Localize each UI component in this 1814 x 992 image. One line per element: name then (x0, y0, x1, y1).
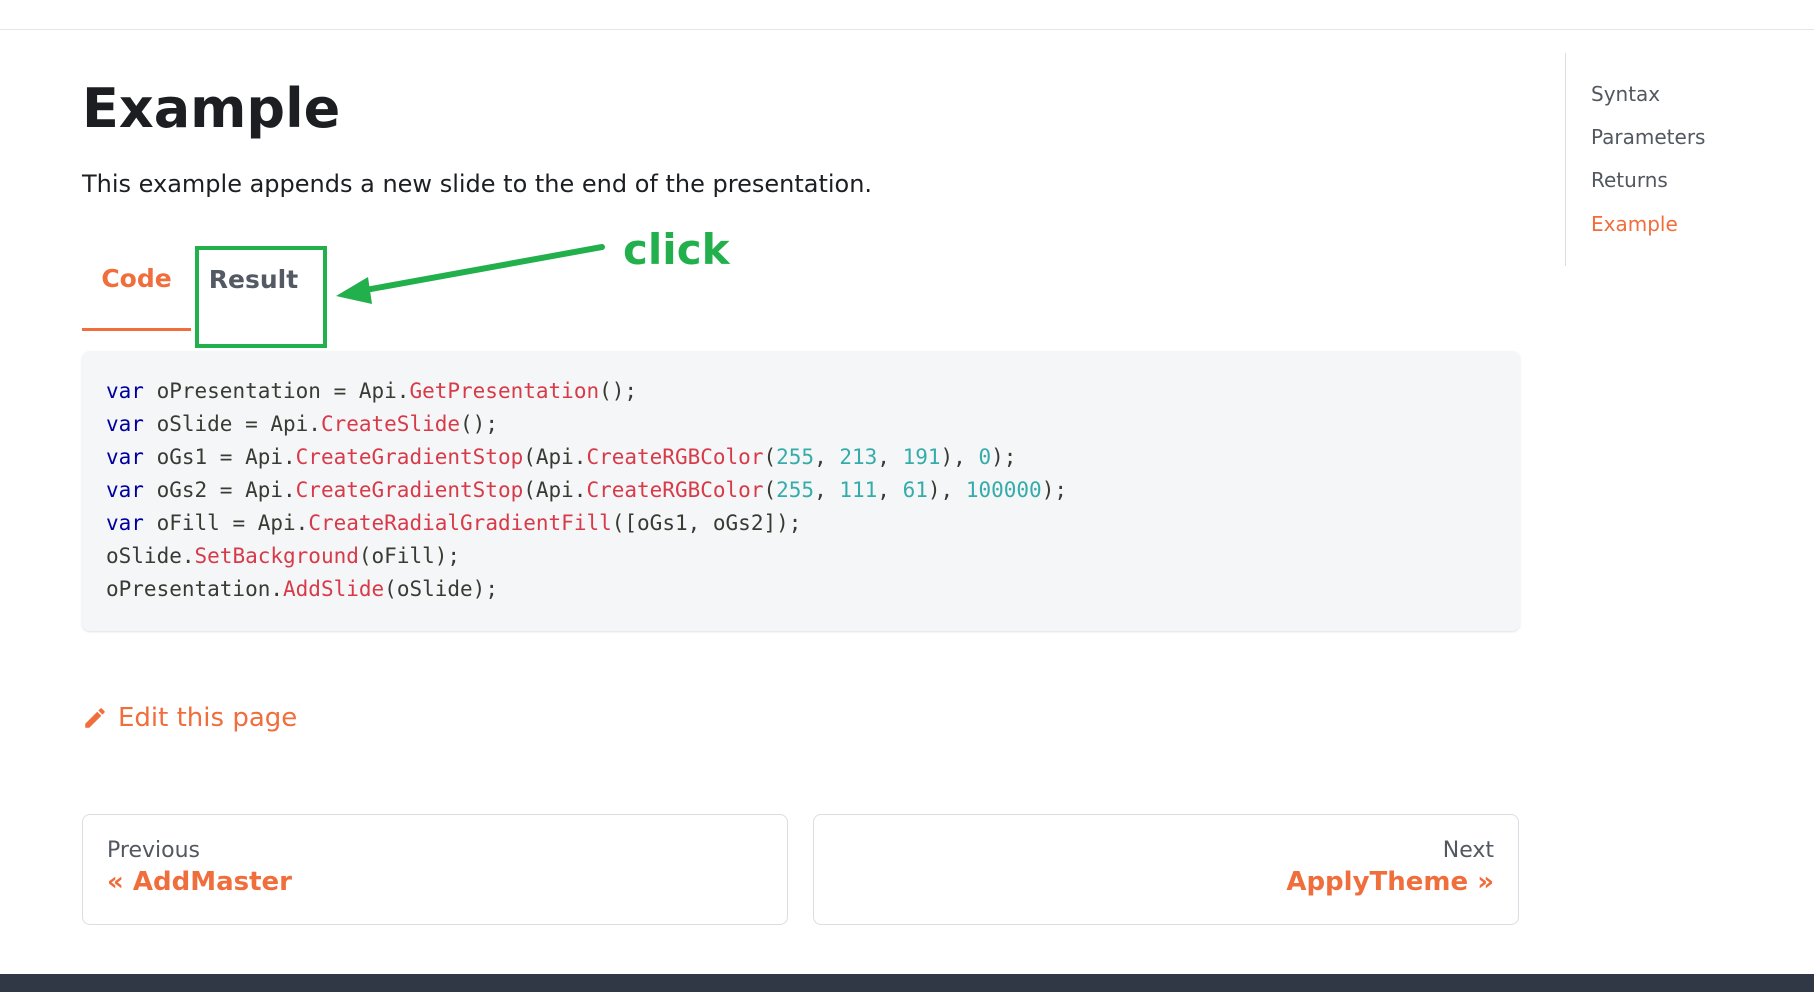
pagination-next[interactable]: Next ApplyTheme » (813, 814, 1519, 925)
code-token: CreateRadialGradientFill (308, 511, 612, 535)
code-token: GetPresentation (409, 379, 600, 403)
tab-code[interactable]: Code (82, 229, 191, 331)
code-token: (oFill); (358, 544, 461, 568)
code-token: , (877, 445, 903, 469)
code-token: ), (940, 445, 979, 469)
code-line: var oGs1 = Api.CreateGradientStop(Api.Cr… (106, 441, 1496, 474)
top-navbar (0, 0, 1814, 30)
code-token: (oSlide); (384, 577, 498, 601)
annotation-click-label: click (623, 225, 730, 274)
code-token: , (877, 478, 903, 502)
code-token: (); (599, 379, 638, 403)
code-token: SetBackground (194, 544, 359, 568)
code-token: ( (763, 445, 777, 469)
pagination-next-sublabel: Next (1442, 838, 1494, 863)
pagination-next-label: ApplyTheme » (1286, 866, 1494, 897)
code-token: oFill = Api. (143, 511, 309, 535)
code-token: 191 (902, 445, 941, 469)
code-token: oPresentation = Api. (143, 379, 410, 403)
code-token: oSlide. (106, 544, 195, 568)
pencil-icon (85, 708, 105, 728)
toc-item-parameters[interactable]: Parameters (1591, 125, 1705, 149)
page-footer (0, 974, 1814, 992)
pagination-prev-label: « AddMaster (107, 866, 292, 897)
toc-item-example[interactable]: Example (1591, 212, 1678, 236)
tab-code-label: Code (101, 264, 172, 293)
code-token: CreateGradientStop (295, 478, 524, 502)
code-line: var oFill = Api.CreateRadialGradientFill… (106, 507, 1496, 540)
result-tab-highlight-box (195, 246, 327, 348)
code-token: 100000 (965, 478, 1042, 502)
code-token: var (106, 379, 144, 403)
code-token: (); (460, 412, 498, 436)
code-token: var (106, 412, 144, 436)
code-token: oGs1 = Api. (143, 445, 296, 469)
code-token: ([oGs1, oGs2]); (611, 511, 802, 535)
annotation-arrow-icon (336, 244, 605, 304)
code-token: ( (763, 478, 777, 502)
edit-this-page-link[interactable]: Edit this page (82, 703, 297, 733)
page-title: Example (82, 77, 341, 140)
code-token: ); (1041, 478, 1067, 502)
code-token: 61 (902, 478, 928, 502)
code-token: oSlide = Api. (143, 412, 321, 436)
code-token: var (106, 511, 144, 535)
code-token: 255 (776, 445, 815, 469)
code-token: , (814, 478, 840, 502)
code-line: var oPresentation = Api.GetPresentation(… (106, 375, 1496, 408)
code-token: (Api. (523, 478, 587, 502)
code-token: (Api. (523, 445, 587, 469)
code-token: 0 (978, 445, 992, 469)
code-token: 255 (776, 478, 815, 502)
pagination-prev-sublabel: Previous (107, 838, 200, 863)
code-line: oSlide.SetBackground(oFill); (106, 540, 1496, 573)
code-token: var (106, 445, 144, 469)
code-token: CreateGradientStop (295, 445, 524, 469)
code-token: CreateRGBColor (586, 478, 764, 502)
code-token: oPresentation. (106, 577, 284, 601)
toc-item-syntax[interactable]: Syntax (1591, 82, 1660, 106)
code-line: oPresentation.AddSlide(oSlide); (106, 573, 1496, 606)
code-token: , (814, 445, 840, 469)
code-line: var oSlide = Api.CreateSlide(); (106, 408, 1496, 441)
code-token: ), (927, 478, 966, 502)
code-line: var oGs2 = Api.CreateGradientStop(Api.Cr… (106, 474, 1496, 507)
code-token: 111 (839, 478, 878, 502)
page-description: This example appends a new slide to the … (82, 170, 873, 198)
table-of-contents: Syntax Parameters Returns Example (1565, 53, 1796, 266)
pagination-prev[interactable]: Previous « AddMaster (82, 814, 788, 925)
code-lines: var oPresentation = Api.GetPresentation(… (106, 375, 1496, 606)
code-token: ); (991, 445, 1017, 469)
code-token: 213 (839, 445, 878, 469)
code-token: var (106, 478, 144, 502)
code-token: CreateRGBColor (586, 445, 764, 469)
code-token: CreateSlide (320, 412, 461, 436)
code-token: AddSlide (283, 577, 385, 601)
code-token: oGs2 = Api. (143, 478, 296, 502)
code-block: var oPresentation = Api.GetPresentation(… (82, 351, 1520, 631)
edit-this-page-label: Edit this page (118, 703, 298, 733)
toc-item-returns[interactable]: Returns (1591, 168, 1668, 192)
